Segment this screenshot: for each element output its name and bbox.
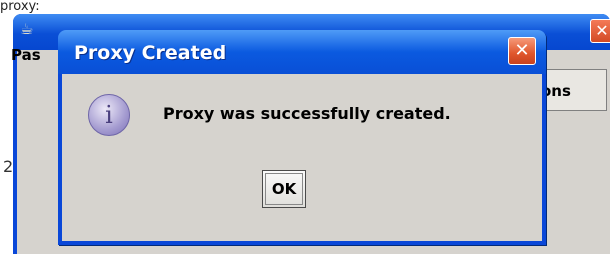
background-close-button[interactable]: ✕ — [590, 19, 610, 43]
background-corner-text: proxy: — [0, 0, 40, 14]
ok-button-label: OK — [271, 180, 297, 198]
information-icon: i — [88, 94, 130, 136]
background-left-number: 2 — [3, 157, 14, 176]
dialog-body: i Proxy was successfully created. OK — [62, 74, 542, 241]
dialog-message: Proxy was successfully created. — [163, 104, 451, 123]
java-cup-icon: ☕ — [20, 20, 34, 38]
ok-button[interactable]: OK — [262, 170, 306, 208]
background-pass-label: Pas — [11, 46, 41, 64]
dialog-title: Proxy Created — [74, 42, 227, 64]
dialog-close-button[interactable]: ✕ — [508, 37, 536, 65]
proxy-created-dialog: Proxy Created ✕ i Proxy was successfully… — [58, 30, 546, 245]
dialog-titlebar: Proxy Created ✕ — [58, 30, 546, 74]
